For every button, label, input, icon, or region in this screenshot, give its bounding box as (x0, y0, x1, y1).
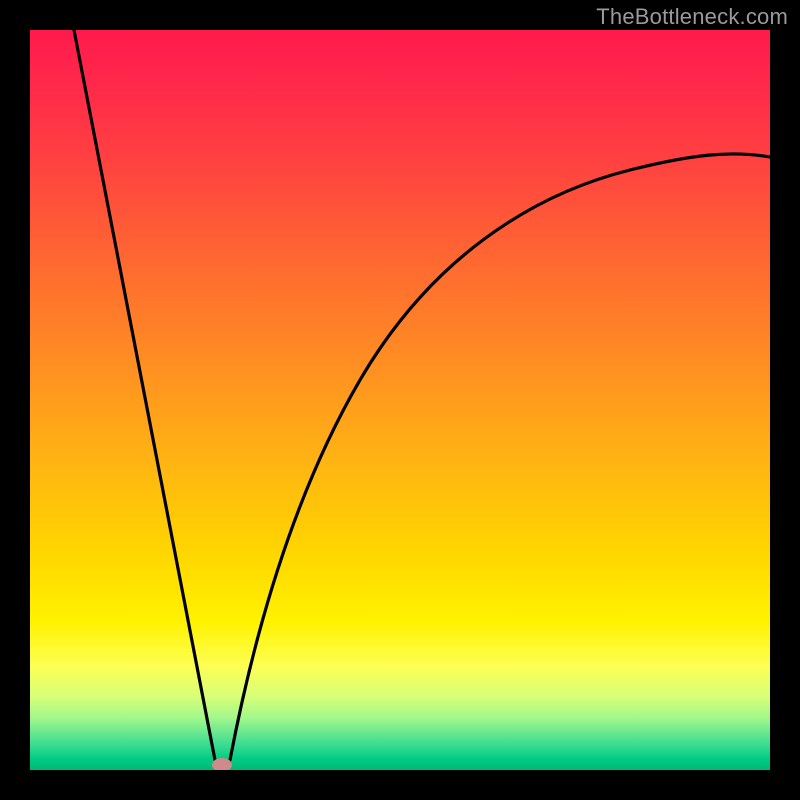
bottleneck-curve (74, 30, 770, 767)
curve-svg (30, 30, 770, 770)
plot-inner (30, 30, 770, 770)
plot-area (30, 30, 770, 770)
chart-frame: TheBottleneck.com (0, 0, 800, 800)
watermark-text: TheBottleneck.com (596, 4, 788, 30)
